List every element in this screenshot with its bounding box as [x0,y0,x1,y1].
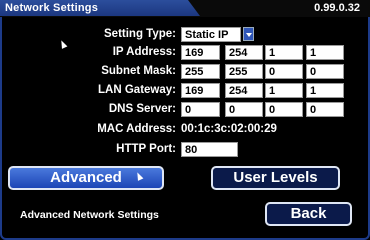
ip-address-octet-4[interactable]: 1 [306,45,344,60]
setting-type-select[interactable]: Static IP [181,27,241,42]
version-label: 0.99.0.32 [314,2,360,14]
chevron-down-icon[interactable] [243,27,254,41]
lan-gateway-label: LAN Gateway: [98,84,176,96]
subnet-mask-octet-3[interactable]: 0 [265,64,303,79]
user-levels-button[interactable]: User Levels [211,166,340,190]
ip-address-octet-3[interactable]: 1 [265,45,303,60]
lan-gateway-octet-1[interactable]: 169 [181,83,220,98]
http-port-label: HTTP Port: [116,143,176,155]
lan-gateway-octet-3[interactable]: 1 [265,83,303,98]
title-bar: Network Settings 0.99.0.32 [0,0,370,17]
ip-address-octet-1[interactable]: 169 [181,45,220,60]
dns-server-label: DNS Server: [108,103,176,115]
lan-gateway-octet-4[interactable]: 1 [306,83,344,98]
advanced-network-settings-hint: Advanced Network Settings [20,209,159,221]
mac-address-label: MAC Address: [97,123,176,135]
mac-address-value: 00:1c:3c:02:00:29 [181,123,277,135]
ip-address-label: IP Address: [112,46,176,58]
dns-server-octet-1[interactable]: 0 [181,102,220,117]
window-title: Network Settings [0,0,200,16]
http-port-input[interactable]: 80 [181,142,238,157]
dns-server-octet-3[interactable]: 0 [265,102,303,117]
dns-server-octet-4[interactable]: 0 [306,102,344,117]
subnet-mask-octet-4[interactable]: 0 [306,64,344,79]
subnet-mask-octet-2[interactable]: 255 [225,64,263,79]
lan-gateway-octet-2[interactable]: 254 [225,83,263,98]
subnet-mask-label: Subnet Mask: [101,65,176,77]
subnet-mask-octet-1[interactable]: 255 [181,64,220,79]
dns-server-octet-2[interactable]: 0 [225,102,263,117]
back-button[interactable]: Back [265,202,352,226]
setting-type-label: Setting Type: [104,28,176,40]
ip-address-octet-2[interactable]: 254 [225,45,263,60]
